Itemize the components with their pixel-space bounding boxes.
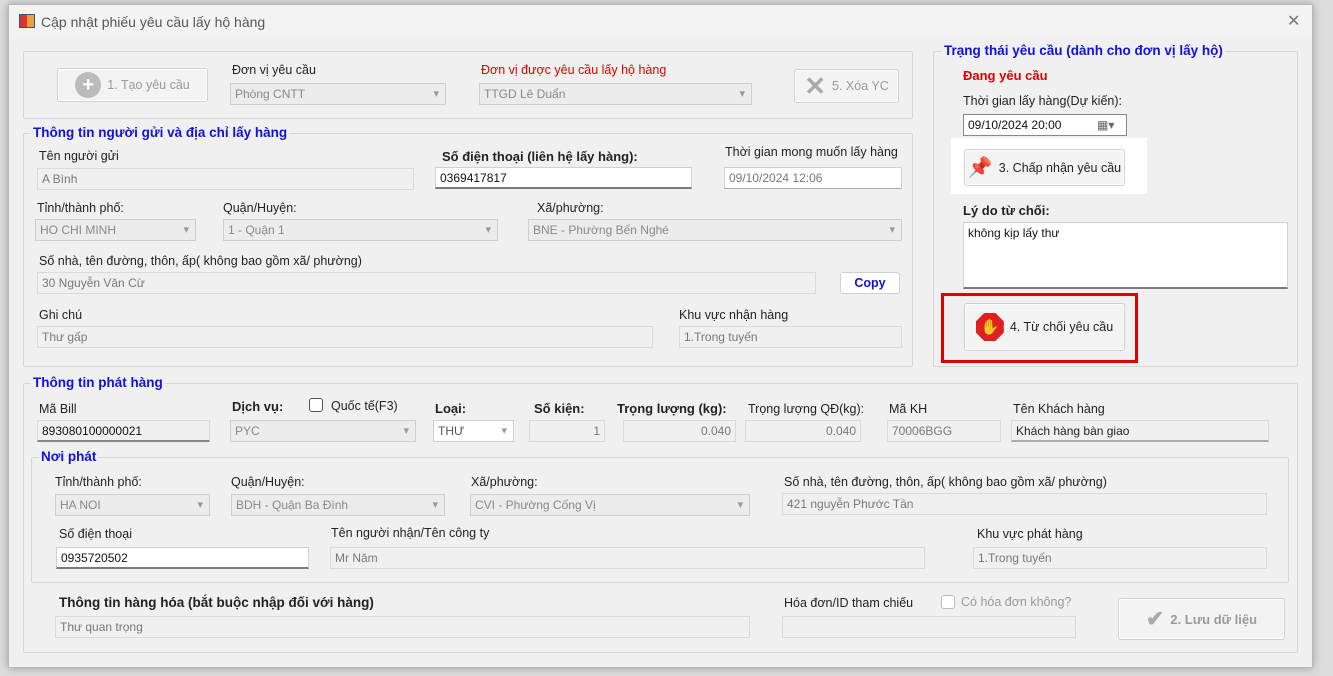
status-group-title: Trạng thái yêu cầu (dành cho đơn vị lấy …: [942, 43, 1225, 58]
shipment-group-title: Thông tin phát hàng: [31, 375, 165, 390]
type-label: Loại:: [435, 401, 467, 416]
reject-reason-textarea[interactable]: không kịp lấy thư: [963, 222, 1288, 289]
reject-reason-label: Lý do từ chối:: [963, 203, 1050, 218]
sender-name-field[interactable]: A Bình: [37, 168, 414, 190]
origin-address-field[interactable]: 421 nguyễn Phước Tần: [782, 493, 1267, 515]
sender-group-title: Thông tin người gửi và địa chỉ lấy hàng: [31, 125, 290, 140]
origin-group-title: Nơi phát: [39, 449, 99, 464]
sender-province-select[interactable]: HO CHI MINH: [35, 219, 196, 241]
origin-ward-label: Xã/phường:: [471, 475, 538, 489]
calendar-icon[interactable]: ▦▾: [1097, 118, 1114, 132]
sender-address-label: Số nhà, tên đường, thôn, ấp( không bao g…: [39, 254, 362, 268]
reject-request-button[interactable]: ✋ 4. Từ chối yêu cầu: [964, 303, 1125, 351]
app-icon: [19, 14, 35, 28]
title-bar: Cập nhật phiếu yêu cầu lấy hộ hàng ✕: [9, 5, 1312, 39]
service-select[interactable]: PYC: [230, 420, 416, 442]
close-icon[interactable]: ✕: [1287, 11, 1300, 31]
has-invoice-checkbox[interactable]: [941, 595, 955, 609]
count-label: Số kiện:: [534, 401, 585, 416]
origin-province-label: Tỉnh/thành phố:: [55, 475, 142, 489]
save-button[interactable]: ✔ 2. Lưu dữ liệu: [1118, 598, 1285, 640]
has-invoice-label: Có hóa đơn không?: [961, 595, 1072, 609]
pickup-area-label: Khu vực nhận hàng: [679, 308, 789, 322]
count-field[interactable]: 1: [529, 420, 605, 442]
origin-phone-label: Số điện thoại: [59, 527, 132, 541]
dialog-window: Cập nhật phiếu yêu cầu lấy hộ hàng ✕ +1.…: [8, 4, 1313, 668]
delivery-area-label: Khu vực phát hàng: [977, 527, 1083, 541]
copy-button[interactable]: Copy: [840, 272, 900, 294]
sender-phone-input[interactable]: 0369417817: [435, 167, 692, 189]
weight-label: Trọng lượng (kg):: [617, 401, 727, 416]
origin-district-select[interactable]: BDH - Quận Ba Đình: [231, 494, 445, 516]
origin-address-label: Số nhà, tên đường, thôn, ấp( không bao g…: [784, 475, 1107, 489]
origin-ward-select[interactable]: CVI - Phường Cống Vị: [470, 494, 750, 516]
origin-province-select[interactable]: HA NOI: [55, 494, 210, 516]
qd-weight-label: Trọng lượng QĐ(kg):: [748, 402, 865, 416]
requesting-unit-select[interactable]: Phòng CNTT: [230, 83, 446, 105]
customer-code-field[interactable]: 70006BGG: [887, 420, 1001, 442]
international-label: Quốc tế(F3): [331, 399, 398, 413]
customer-name-label: Tên Khách hàng: [1013, 402, 1105, 416]
receiver-label: Tên người nhận/Tên công ty: [331, 526, 490, 540]
sender-district-label: Quận/Huyện:: [223, 201, 297, 215]
stop-hand-icon: ✋: [975, 313, 1004, 341]
status-state: Đang yêu cầu: [963, 68, 1048, 83]
origin-district-label: Quận/Huyện:: [231, 475, 305, 489]
delivery-area-field[interactable]: 1.Trong tuyến: [973, 547, 1267, 569]
window-title: Cập nhật phiếu yêu cầu lấy hộ hàng: [41, 14, 266, 30]
target-unit-label: Đơn vị được yêu cầu lấy hộ hàng: [481, 63, 667, 77]
invoice-field[interactable]: [782, 616, 1076, 638]
sender-ward-select[interactable]: BNE - Phường Bến Nghé: [528, 219, 902, 241]
x-icon: ✕: [804, 70, 827, 101]
create-request-button[interactable]: +1. Tạo yêu cầu: [57, 68, 208, 102]
customer-code-label: Mã KH: [889, 402, 928, 416]
note-label: Ghi chú: [39, 308, 83, 322]
receiver-field[interactable]: Mr Năm: [330, 547, 925, 569]
pickup-area-field[interactable]: 1.Trong tuyến: [679, 326, 902, 348]
bill-field[interactable]: 893080100000021: [37, 420, 210, 442]
sender-phone-label: Số điện thoại (liên hệ lấy hàng):: [442, 149, 638, 164]
sender-province-label: Tỉnh/thành phố:: [37, 201, 124, 215]
plus-icon: +: [75, 72, 102, 98]
sender-ward-label: Xã/phường:: [537, 201, 604, 215]
international-checkbox[interactable]: [309, 398, 323, 412]
accept-request-button[interactable]: 📌 3. Chấp nhận yêu cầu: [964, 149, 1125, 186]
desired-time-label: Thời gian mong muốn lấy hàng: [725, 145, 898, 159]
invoice-label: Hóa đơn/ID tham chiếu: [784, 596, 914, 610]
bill-label: Mã Bill: [39, 402, 77, 416]
pushpin-icon: 📌: [967, 157, 993, 179]
desired-time-picker[interactable]: 09/10/2024 12:06: [724, 167, 902, 189]
type-select[interactable]: THƯ: [433, 420, 514, 442]
sender-address-field[interactable]: 30 Nguyễn Văn Cừ: [37, 272, 816, 294]
customer-name-field[interactable]: Khách hàng bàn giao: [1011, 420, 1269, 442]
origin-phone-input[interactable]: 0935720502: [56, 547, 309, 569]
delete-request-button[interactable]: ✕ 5. Xóa YC: [794, 69, 899, 103]
goods-label: Thông tin hàng hóa (bắt buộc nhập đối vớ…: [59, 595, 374, 610]
checkmark-icon: ✔: [1145, 606, 1165, 631]
goods-field[interactable]: Thư quan trọng: [55, 616, 750, 638]
service-label: Dịch vụ:: [232, 399, 284, 414]
requesting-unit-label: Đơn vị yêu cầu: [232, 63, 316, 77]
sender-name-label: Tên người gửi: [39, 149, 119, 163]
target-unit-select[interactable]: TTGD Lê Duẩn: [479, 83, 752, 105]
weight-field[interactable]: 0.040: [623, 420, 736, 442]
qd-weight-field[interactable]: 0.040: [745, 420, 861, 442]
pickup-time-label: Thời gian lấy hàng(Dự kiến):: [963, 94, 1122, 108]
note-field[interactable]: Thư gấp: [37, 326, 653, 348]
sender-district-select[interactable]: 1 - Quận 1: [223, 219, 498, 241]
